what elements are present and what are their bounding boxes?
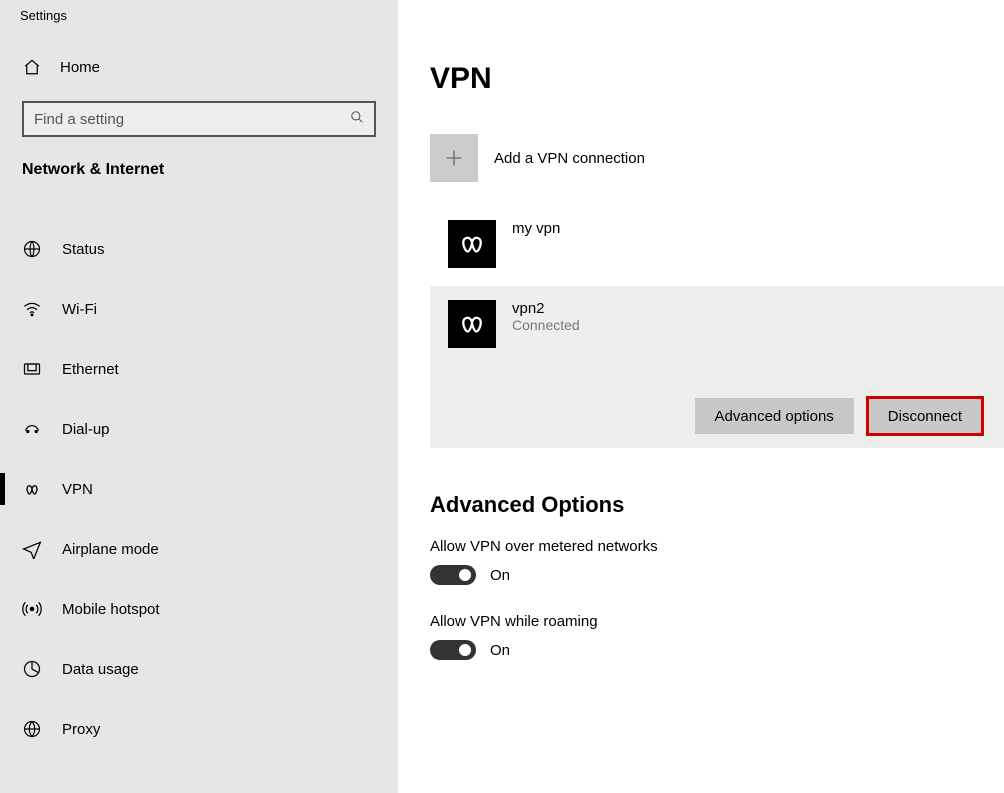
- nav-label: Proxy: [62, 721, 100, 738]
- vpn-connection-item[interactable]: my vpn: [430, 206, 1004, 282]
- toggle-block-metered: Allow VPN over metered networks On: [430, 538, 1004, 585]
- vpn-actions: Advanced options Disconnect: [448, 398, 986, 434]
- nav-item-hotspot[interactable]: Mobile hotspot: [0, 579, 398, 639]
- nav-label: Airplane mode: [62, 541, 159, 558]
- toggle-state: On: [490, 567, 510, 584]
- globe-icon: [22, 239, 42, 259]
- add-vpn-label: Add a VPN connection: [494, 150, 645, 167]
- nav-item-ethernet[interactable]: Ethernet: [0, 339, 398, 399]
- disconnect-button[interactable]: Disconnect: [868, 398, 982, 434]
- nav-item-datausage[interactable]: Data usage: [0, 639, 398, 699]
- nav-item-status[interactable]: Status: [0, 219, 398, 279]
- proxy-icon: [22, 719, 42, 739]
- search-container: [22, 101, 376, 137]
- home-icon: [22, 57, 42, 77]
- page-title: VPN: [430, 62, 1004, 96]
- nav-item-proxy[interactable]: Proxy: [0, 699, 398, 759]
- dialup-icon: [22, 419, 42, 439]
- vpn-connection-name: vpn2: [512, 300, 580, 317]
- advanced-options-button[interactable]: Advanced options: [695, 398, 854, 434]
- nav-label: Status: [62, 241, 105, 258]
- nav-label: Wi-Fi: [62, 301, 97, 318]
- category-heading: Network & Internet: [0, 159, 398, 197]
- nav-item-wifi[interactable]: Wi-Fi: [0, 279, 398, 339]
- toggle-label: Allow VPN while roaming: [430, 613, 1004, 630]
- vpn-connection-item-selected[interactable]: vpn2 Connected Advanced options Disconne…: [430, 286, 1004, 448]
- toggle-state: On: [490, 642, 510, 659]
- home-nav[interactable]: Home: [0, 43, 398, 91]
- vpn-icon: [22, 479, 42, 499]
- search-box[interactable]: [22, 101, 376, 137]
- window-title: Settings: [0, 8, 398, 43]
- vpn-connection-name: my vpn: [512, 220, 560, 237]
- toggle-roaming[interactable]: [430, 640, 476, 660]
- nav-label: Data usage: [62, 661, 139, 678]
- toggle-block-roaming: Allow VPN while roaming On: [430, 613, 1004, 660]
- nav-label: Dial-up: [62, 421, 110, 438]
- plus-icon: [430, 134, 478, 182]
- main-content: VPN Add a VPN connection my vpn: [398, 0, 1004, 793]
- toggle-label: Allow VPN over metered networks: [430, 538, 1004, 555]
- airplane-icon: [22, 539, 42, 559]
- vpn-tile-icon: [448, 300, 496, 348]
- vpn-tile-icon: [448, 220, 496, 268]
- advanced-options-heading: Advanced Options: [430, 492, 1004, 518]
- wifi-icon: [22, 299, 42, 319]
- nav-item-vpn[interactable]: VPN: [0, 459, 398, 519]
- nav-item-dialup[interactable]: Dial-up: [0, 399, 398, 459]
- nav-label: Mobile hotspot: [62, 601, 160, 618]
- data-usage-icon: [22, 659, 42, 679]
- add-vpn-button[interactable]: Add a VPN connection: [430, 134, 1004, 182]
- toggle-metered[interactable]: [430, 565, 476, 585]
- nav-item-airplane[interactable]: Airplane mode: [0, 519, 398, 579]
- hotspot-icon: [22, 599, 42, 619]
- ethernet-icon: [22, 359, 42, 379]
- nav-list: Status Wi-Fi Ethernet: [0, 219, 398, 759]
- search-icon: [350, 110, 364, 128]
- settings-sidebar: Settings Home Network & Internet: [0, 0, 398, 793]
- nav-label: VPN: [62, 481, 93, 498]
- search-input[interactable]: [34, 111, 350, 128]
- home-label: Home: [60, 59, 100, 76]
- nav-label: Ethernet: [62, 361, 119, 378]
- vpn-connection-status: Connected: [512, 317, 580, 333]
